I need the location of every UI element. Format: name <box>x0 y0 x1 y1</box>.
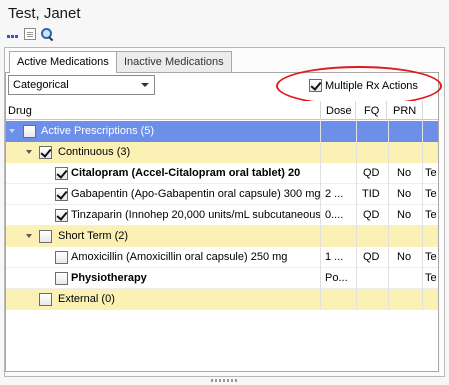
view-mode-select[interactable]: Categorical <box>8 75 155 95</box>
drug-name: Tinzaparin (Innohep 20,000 units/mL subc… <box>71 205 321 226</box>
document-icon[interactable] <box>24 28 36 40</box>
row-checkbox[interactable] <box>39 293 52 306</box>
dose: 0.... <box>321 205 357 226</box>
dose: 1 ... <box>321 247 357 268</box>
frequency: QD <box>357 247 389 268</box>
patient-name: Test, Janet <box>8 5 81 22</box>
chevron-down-icon <box>141 83 149 87</box>
prn <box>389 268 423 289</box>
truncated-column: Te <box>425 167 437 179</box>
group-short-term[interactable]: Short Term (2) <box>6 226 438 247</box>
row-checkbox[interactable] <box>55 188 68 201</box>
table-row[interactable]: Tinzaparin (Innohep 20,000 units/mL subc… <box>6 205 438 226</box>
grid-header: Drug Dose FQ PRN <box>6 101 438 120</box>
medication-grid: Drug Dose FQ PRN Active Prescriptions (5… <box>6 101 438 371</box>
toolbar <box>6 27 54 41</box>
table-row[interactable]: Gabapentin (Apo-Gabapentin oral capsule)… <box>6 184 438 205</box>
group-label: Short Term (2) <box>58 226 321 247</box>
view-mode-value: Categorical <box>13 79 69 91</box>
row-checkbox[interactable] <box>23 125 36 138</box>
group-continuous[interactable]: Continuous (3) <box>6 142 438 163</box>
truncated-column: Te <box>425 188 437 200</box>
group-label: Continuous (3) <box>58 142 321 163</box>
tab-inactive-medications[interactable]: Inactive Medications <box>116 51 232 72</box>
frequency: QD <box>357 205 389 226</box>
row-checkbox[interactable] <box>39 230 52 243</box>
highlight-annotation <box>276 66 442 106</box>
prn: No <box>389 247 423 268</box>
group-label: Active Prescriptions (5) <box>41 121 321 142</box>
search-icon[interactable] <box>40 27 54 41</box>
group-label: External (0) <box>58 289 321 310</box>
row-checkbox[interactable] <box>55 251 68 264</box>
expand-icon[interactable] <box>9 129 15 133</box>
drug-name: Amoxicillin (Amoxicillin oral capsule) 2… <box>71 247 321 268</box>
more-icon[interactable] <box>6 28 20 40</box>
row-checkbox[interactable] <box>55 167 68 180</box>
column-dose[interactable]: Dose <box>323 101 356 120</box>
column-fq[interactable]: FQ <box>358 101 387 120</box>
frequency <box>357 268 389 289</box>
column-drug[interactable]: Drug <box>8 101 321 120</box>
drug-name: Gabapentin (Apo-Gabapentin oral capsule)… <box>71 184 321 205</box>
truncated-column: Te <box>425 251 437 263</box>
dose <box>321 163 357 184</box>
drug-name: Physiotherapy <box>71 268 321 289</box>
prn: No <box>389 205 423 226</box>
table-row[interactable]: Amoxicillin (Amoxicillin oral capsule) 2… <box>6 247 438 268</box>
dose: 2 ... <box>321 184 357 205</box>
table-row[interactable]: Citalopram (Accel-Citalopram oral tablet… <box>6 163 438 184</box>
resize-grip[interactable] <box>211 379 237 382</box>
tab-active-medications[interactable]: Active Medications <box>9 51 117 73</box>
expand-icon[interactable] <box>26 234 32 238</box>
truncated-column: Te <box>425 209 437 221</box>
row-checkbox[interactable] <box>55 272 68 285</box>
group-active-prescriptions[interactable]: Active Prescriptions (5) <box>6 121 438 142</box>
row-checkbox[interactable] <box>39 146 52 159</box>
prn: No <box>389 163 423 184</box>
expand-icon[interactable] <box>26 150 32 154</box>
row-checkbox[interactable] <box>55 209 68 222</box>
frequency: TID <box>357 184 389 205</box>
column-prn[interactable]: PRN <box>389 101 423 120</box>
truncated-column: Te <box>425 272 437 284</box>
prn: No <box>389 184 423 205</box>
drug-name: Citalopram (Accel-Citalopram oral tablet… <box>71 163 321 184</box>
table-row[interactable]: Physiotherapy Po... Te <box>6 268 438 289</box>
frequency: QD <box>357 163 389 184</box>
dose: Po... <box>321 268 357 289</box>
group-external[interactable]: External (0) <box>6 289 438 310</box>
